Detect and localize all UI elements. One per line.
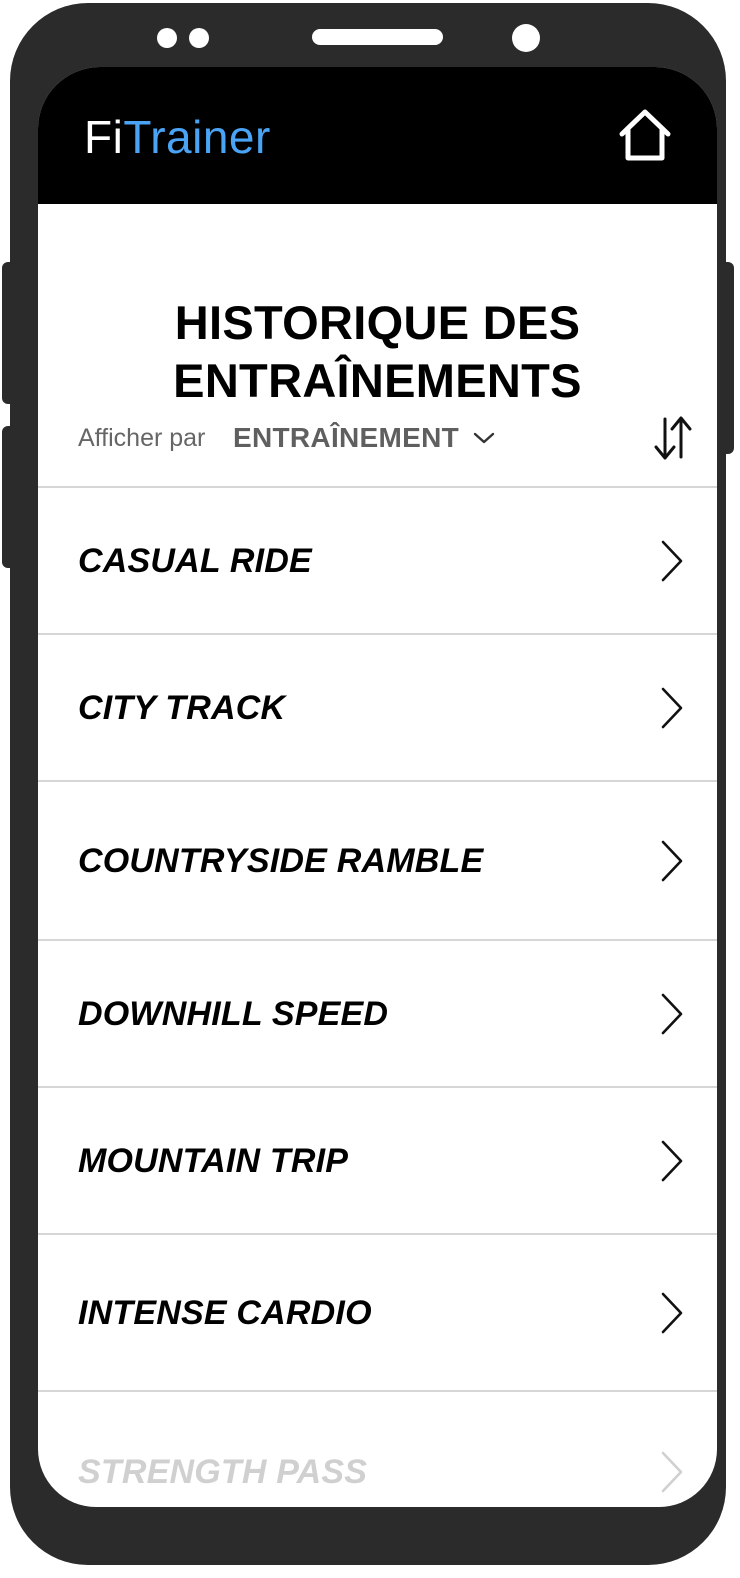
chevron-right-icon xyxy=(661,1292,683,1333)
sort-button[interactable] xyxy=(652,413,694,463)
chevron-right-icon xyxy=(661,1140,683,1181)
chevron-right-icon xyxy=(661,840,683,881)
chevron-right-icon xyxy=(661,687,683,728)
chevron-right-icon xyxy=(661,540,683,581)
sort-arrows-icon xyxy=(654,416,692,460)
chevron-down-icon xyxy=(473,432,495,444)
filter-label: Afficher par xyxy=(78,424,206,452)
logo-text-fi: Fi xyxy=(84,111,124,163)
sensor-dot xyxy=(189,28,209,48)
workout-list-item[interactable]: STRENGTH PASS xyxy=(38,1392,717,1507)
workout-name: MOUNTAIN TRIP xyxy=(78,1141,349,1180)
workout-list-item[interactable]: INTENSE CARDIO xyxy=(38,1235,717,1392)
workout-list-item[interactable]: CASUAL RIDE xyxy=(38,488,717,635)
workout-name: INTENSE CARDIO xyxy=(78,1293,372,1332)
chevron-right-icon xyxy=(661,1451,683,1493)
workout-list-item[interactable]: COUNTRYSIDE RAMBLE xyxy=(38,782,717,941)
earpiece-speaker xyxy=(312,29,443,45)
front-camera xyxy=(512,24,540,52)
group-by-selected-value: ENTRAÎNEMENT xyxy=(233,422,460,453)
phone-frame: FiTrainer HISTORIQUE DES ENTRAÎNEMENTS A… xyxy=(10,3,726,1565)
workout-name: STRENGTH PASS xyxy=(78,1453,368,1491)
workout-list-item[interactable]: DOWNHILL SPEED xyxy=(38,941,717,1088)
volume-up-button xyxy=(2,262,16,404)
power-button xyxy=(720,262,734,454)
sensor-dot xyxy=(157,28,177,48)
chevron-right-icon xyxy=(661,993,683,1034)
workout-name: COUNTRYSIDE RAMBLE xyxy=(78,841,484,880)
workout-name: CASUAL RIDE xyxy=(78,541,312,580)
page-title: HISTORIQUE DES ENTRAÎNEMENTS xyxy=(173,296,582,408)
app-logo: FiTrainer xyxy=(84,109,271,165)
app-screen: FiTrainer HISTORIQUE DES ENTRAÎNEMENTS A… xyxy=(38,67,717,1507)
group-by-dropdown[interactable]: ENTRAÎNEMENT xyxy=(233,419,495,457)
app-header: FiTrainer xyxy=(38,67,717,204)
workout-list: CASUAL RIDE CITY TRACK COUNTRYSIDE RAMBL… xyxy=(38,486,717,1507)
home-icon xyxy=(619,109,671,161)
workout-name: CITY TRACK xyxy=(78,688,286,727)
home-button[interactable] xyxy=(616,107,674,165)
workout-list-item[interactable]: CITY TRACK xyxy=(38,635,717,782)
workout-name: DOWNHILL SPEED xyxy=(78,994,389,1033)
volume-down-button xyxy=(2,426,16,568)
workout-list-item[interactable]: MOUNTAIN TRIP xyxy=(38,1088,717,1235)
logo-text-trainer: Trainer xyxy=(123,111,271,163)
